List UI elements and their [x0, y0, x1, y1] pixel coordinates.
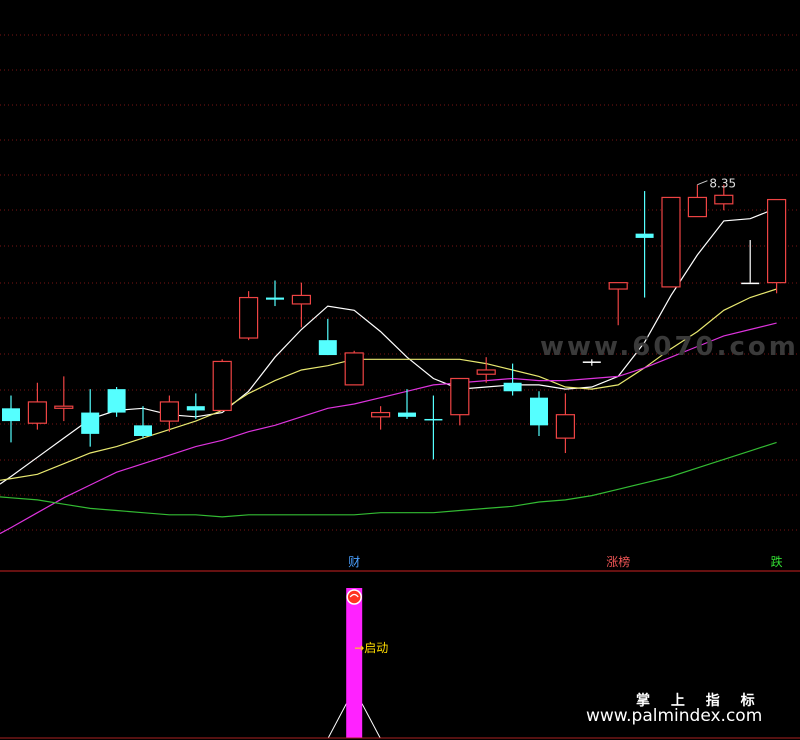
candle-body [318, 340, 337, 356]
candle-body [766, 198, 787, 284]
candle-body [186, 406, 205, 411]
candle-body [476, 369, 496, 375]
signal-icon [346, 589, 362, 605]
candle-body [530, 397, 548, 426]
candle-body [424, 418, 443, 421]
candle-body [371, 411, 391, 418]
ma-line [0, 441, 777, 518]
candle-body [450, 377, 470, 416]
candle-body [212, 360, 232, 412]
candle-body [134, 425, 152, 436]
candle-body [2, 408, 20, 422]
signal-label: →启动 [354, 641, 388, 655]
candle-body [27, 401, 47, 424]
candle-body [81, 412, 100, 434]
candle-body [635, 233, 654, 238]
candle-body [687, 196, 708, 218]
candle-body [291, 294, 311, 305]
peak-pointer [697, 180, 708, 186]
signal-marker: 财 [348, 555, 360, 569]
signal-bar [346, 588, 363, 738]
candle-body [661, 196, 681, 288]
candle-body [266, 297, 284, 300]
signal-marker: 涨榜 [606, 554, 630, 569]
candle-body [714, 194, 734, 205]
candle-body [503, 382, 522, 392]
stock-chart: 8.35 财 涨榜 跌 →启动 [0, 34, 800, 739]
signal-marker: 跌 [771, 554, 783, 569]
candle-body [398, 412, 416, 417]
watermark-6070: www.6070.com [540, 332, 799, 362]
candle-body [555, 414, 576, 439]
candle-body [54, 405, 74, 409]
peak-label: 8.35 [709, 177, 736, 191]
candle-body [107, 389, 126, 413]
moving-averages [0, 207, 777, 535]
candle-body [344, 352, 364, 386]
candle-body [159, 401, 179, 422]
candle-body [239, 296, 259, 339]
candle-body [741, 282, 760, 285]
watermark-url: www.palmindex.com [586, 706, 763, 726]
candle-body [608, 282, 628, 290]
